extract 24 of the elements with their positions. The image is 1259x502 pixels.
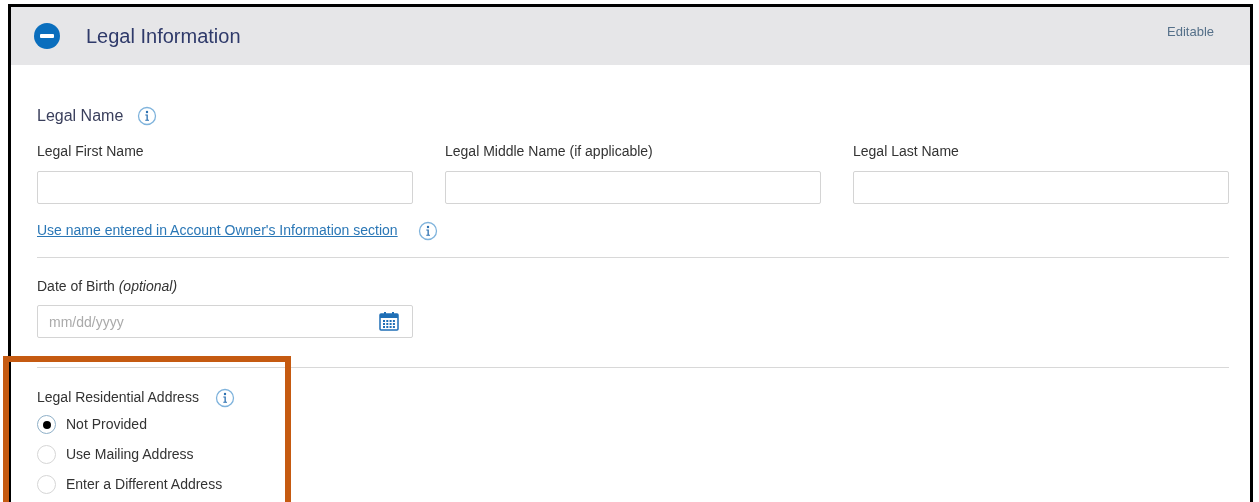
collapse-icon[interactable] — [33, 22, 61, 50]
field-label: Legal First Name — [37, 142, 145, 161]
info-icon[interactable] — [214, 387, 235, 408]
info-icon[interactable] — [417, 220, 438, 241]
field-label: Date of Birth (optional) — [37, 277, 179, 296]
radio-button[interactable] — [37, 475, 56, 494]
radio-label[interactable]: Enter a Different Address — [66, 474, 223, 495]
calendar-icon[interactable] — [379, 311, 399, 331]
radio-button[interactable] — [37, 415, 56, 434]
group-heading: Legal Name — [37, 106, 124, 126]
radio-label[interactable]: Not Provided — [66, 414, 147, 435]
field-label: Legal Last Name — [853, 142, 960, 161]
radio-label[interactable]: Use Mailing Address — [66, 444, 194, 465]
info-icon[interactable] — [137, 106, 158, 126]
use-name-link[interactable]: Use name entered in Account Owner's Information section — [37, 220, 398, 241]
section-title: Legal Information — [86, 24, 241, 49]
text-field[interactable] — [445, 171, 821, 204]
status-label: Editable — [1167, 23, 1214, 42]
text-field[interactable] — [853, 171, 1229, 204]
date-field[interactable]: mm/dd/yyyy — [37, 305, 413, 338]
radio-button[interactable] — [37, 445, 56, 464]
text-field[interactable] — [37, 171, 413, 204]
field-label: Legal Middle Name (if applicable) — [445, 142, 654, 161]
group-heading: Legal Residential Address — [37, 388, 199, 407]
